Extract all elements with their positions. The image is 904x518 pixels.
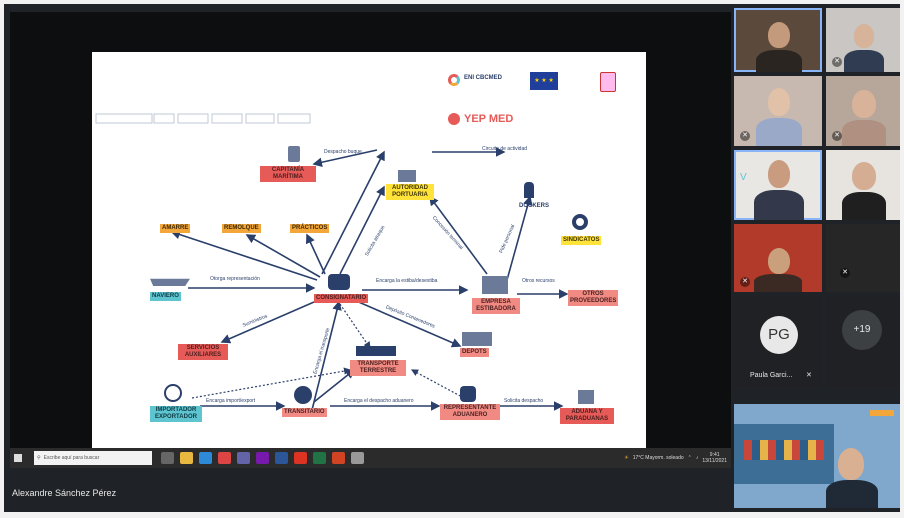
node-sindicatos: SINDICATOS [561, 236, 602, 245]
more-participants-tile[interactable]: +19 [826, 296, 900, 388]
muted-mic-icon: ✕ [740, 277, 750, 287]
node-practicos: PRÁCTICOS [290, 224, 330, 233]
chrome-icon[interactable] [218, 452, 231, 464]
docker-worker-icon [524, 182, 534, 198]
node-otros: OTROS PROVEEDORES [568, 290, 618, 306]
presenter-name: Alexandre Sánchez Pérez [12, 488, 117, 498]
logo-mark [870, 410, 894, 416]
node-importador: IMPORTADOR EXPORTADOR [150, 406, 202, 422]
participant-name: Paula Garci... [750, 372, 793, 379]
node-dockers: DOCKERS [519, 203, 550, 209]
lifebuoy-icon [572, 214, 588, 230]
more-participants-count[interactable]: +19 [842, 310, 882, 350]
node-capitania: CAPITANÍA MARÍTIMA [260, 166, 316, 182]
legend-label: Circuito de actividad [482, 146, 528, 152]
brand-title: YEP MED [464, 113, 514, 125]
truck-icon [356, 346, 396, 356]
presentation-slide: ENI CBCMED ★ ★ ★ YEP MED Circuito de act… [92, 52, 646, 462]
label-encarga-estiba: Encarga la estiba/desestiba [376, 278, 438, 284]
windows-taskbar: ⚲ Escribe aquí para buscar ☀ 17°C Mayorm… [10, 448, 731, 468]
eu-flag-icon: ★ ★ ★ [530, 72, 558, 90]
node-naviero: NAVIERO [150, 292, 181, 301]
participant-tile-7[interactable]: ✕ [734, 224, 822, 292]
participant-tile-1[interactable] [734, 8, 822, 72]
label-encarga-import: Encarga import/export [206, 398, 256, 404]
weather-text: 17°C Mayorm. soleado [632, 455, 684, 461]
participant-tile-5[interactable]: V [734, 150, 822, 220]
node-representante: REPRESENTANTE ADUANERO [440, 404, 500, 420]
forwarder-icon [294, 386, 312, 404]
label-otros-recursos: Otros recursos [522, 278, 555, 284]
muted-mic-icon: ✕ [806, 372, 812, 379]
wifi-icon[interactable]: ⌃ [688, 455, 692, 461]
participant-tile-6[interactable] [826, 150, 900, 220]
clock-date: 13/11/2021 [702, 458, 727, 464]
muted-mic-icon: ✕ [832, 131, 842, 141]
meeting-window: ENI CBCMED ★ ★ ★ YEP MED Circuito de act… [4, 4, 900, 512]
participant-tile-3[interactable]: ✕ [734, 76, 822, 146]
eni-logo-text: ENI CBCMED [464, 75, 503, 81]
system-tray: ☀ 17°C Mayorm. soleado ⌃ ♪ 9:41 13/11/20… [624, 448, 727, 468]
search-icon: ⚲ [37, 455, 41, 461]
taskbar-search-input[interactable]: ⚲ Escribe aquí para buscar [34, 451, 152, 465]
node-remolque: REMOLQUE [222, 224, 261, 233]
node-consignatario: CONSIGNATARIO [314, 294, 369, 303]
muted-mic-icon: ✕ [840, 268, 850, 278]
muted-mic-icon: ✕ [740, 131, 750, 141]
container-stack [744, 440, 824, 460]
search-placeholder: Escribe aquí para buscar [43, 455, 100, 461]
acrobat-icon[interactable] [294, 452, 307, 464]
task-view-icon[interactable] [161, 452, 174, 464]
lighthouse-icon [288, 146, 300, 162]
teams-icon[interactable] [237, 452, 250, 464]
onenote-icon[interactable] [256, 452, 269, 464]
eni-logo: ENI CBCMED [448, 72, 508, 98]
node-transporte: TRANSPORTE TERRESTRE [350, 360, 406, 376]
node-aduana: ADUANA Y PARADUANAS [560, 408, 614, 424]
yep-med-logo: YEP MED [448, 113, 513, 125]
participant-tile-8[interactable]: ✕ [826, 224, 900, 292]
agent-icon [328, 274, 350, 290]
start-icon[interactable] [14, 454, 22, 462]
label-otorga: Otorga representación [210, 276, 260, 282]
crane-icon [482, 276, 508, 294]
label-despacho-buque: Despacho buque [324, 149, 362, 155]
clock[interactable]: 9:41 13/11/2021 [702, 452, 727, 464]
participant-tile-2[interactable]: ✕ [826, 8, 900, 72]
participant-tile-paula[interactable]: PG Paula Garci... ✕ [734, 296, 822, 388]
globe-icon [164, 384, 182, 402]
customs-agent-icon [460, 386, 476, 402]
app-icon[interactable] [351, 452, 364, 464]
node-servicios: SERVICIOS AUXILIARES [178, 344, 228, 360]
node-empresa: EMPRESA ESTIBADORA [472, 298, 520, 314]
participant-tile-4[interactable]: ✕ [826, 76, 900, 146]
node-depots: DEPOTS [460, 348, 489, 357]
self-view-tile[interactable] [734, 404, 900, 508]
node-autoridad: AUTORIDAD PORTUARIA [386, 184, 434, 200]
edge-icon[interactable] [199, 452, 212, 464]
region-crest-icon [600, 72, 616, 92]
label-encarga-despacho: Encarga el despacho aduanero [344, 398, 414, 404]
port-building-icon [398, 170, 416, 182]
containers-icon [462, 332, 492, 346]
powerpoint-icon[interactable] [332, 452, 345, 464]
logo-v-icon: V [740, 172, 747, 183]
node-amarre: AMARRE [160, 224, 191, 233]
node-transitario: TRANSITARIO [282, 408, 327, 417]
excel-icon[interactable] [313, 452, 326, 464]
customs-building-icon [578, 390, 594, 404]
word-icon[interactable] [275, 452, 288, 464]
muted-mic-icon: ✕ [832, 57, 842, 67]
shared-screen: ENI CBCMED ★ ★ ★ YEP MED Circuito de act… [10, 12, 731, 468]
file-explorer-icon[interactable] [180, 452, 193, 464]
avatar: PG [760, 316, 798, 354]
weather-sun-icon: ☀ [624, 455, 629, 461]
volume-icon[interactable]: ♪ [696, 455, 699, 461]
label-solicita-despacho: Solicita despacho [504, 398, 544, 404]
